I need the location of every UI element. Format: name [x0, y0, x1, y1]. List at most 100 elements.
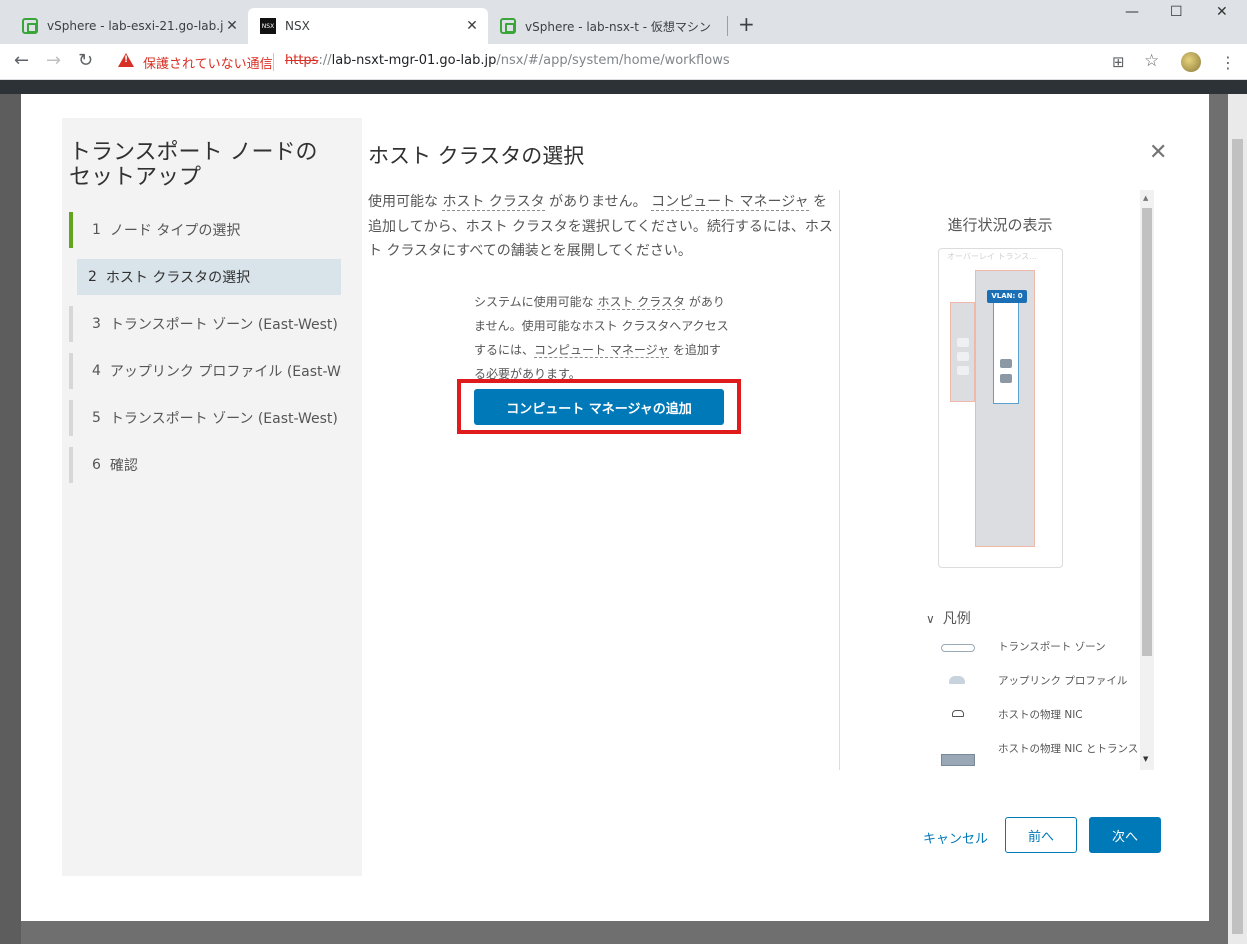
step-number: 6	[92, 457, 101, 473]
legend-toggle[interactable]: ∨ 凡例	[926, 608, 971, 628]
legend-item-label: ホストの物理 NIC	[998, 709, 1083, 721]
step-number: 2	[88, 269, 97, 285]
step-number: 5	[92, 410, 101, 426]
transport-zone-icon	[941, 644, 975, 652]
vsphere-icon	[22, 18, 38, 34]
empty-state-message: システムに使用可能な ホスト クラスタ がありません。使用可能なホスト クラスタ…	[474, 290, 729, 386]
step-label: ホスト クラスタの選択	[105, 270, 251, 286]
window-close-icon[interactable]: ✕	[1216, 4, 1228, 20]
step-number: 4	[92, 363, 101, 379]
url-host: lab-nsxt-mgr-01.go-lab.jp	[331, 53, 497, 68]
compute-manager-term[interactable]: コンピュート マネージャ	[651, 194, 809, 211]
nsx-icon: NSX	[260, 18, 276, 34]
panel-divider	[839, 190, 840, 770]
next-button[interactable]: 次へ	[1089, 817, 1161, 853]
vlan-badge: VLAN: 0	[987, 290, 1027, 303]
tab-separator	[727, 16, 728, 36]
url-path: /nsx/#/app/system/home/workflows	[496, 53, 730, 68]
physical-nic-mapping-icon	[941, 754, 975, 766]
wizard-step-6[interactable]: 6 確認	[69, 447, 341, 483]
browser-tab-strip: vSphere - lab-esxi-21.go-lab.jp - ✕ NSX …	[0, 0, 1247, 44]
vsphere-icon	[500, 18, 516, 34]
url-scheme: https	[285, 53, 319, 68]
address-separator	[273, 53, 274, 71]
host-cluster-term[interactable]: ホスト クラスタ	[442, 194, 545, 211]
forward-arrow-icon[interactable]: →	[46, 51, 61, 71]
url-field[interactable]: https://lab-nsxt-mgr-01.go-lab.jp/nsx/#/…	[285, 53, 730, 68]
info-text-part: 使用可能な	[368, 194, 443, 210]
security-status[interactable]: 保護されていない通信	[143, 53, 273, 72]
chevron-down-icon: ∨	[926, 612, 935, 626]
host-cluster-term[interactable]: ホスト クラスタ	[597, 295, 686, 310]
step-label: アップリンク プロファイル (East-West)	[109, 364, 341, 380]
wizard-steps: 1 ノード タイプの選択 2 ホスト クラスタの選択 3 トランスポート ゾーン (E…	[69, 212, 341, 494]
physical-nic-icon	[957, 366, 969, 375]
step-label: 確認	[109, 458, 138, 474]
previous-button[interactable]: 前へ	[1005, 817, 1077, 853]
physical-nic-icon	[952, 710, 964, 717]
step-number: 3	[92, 316, 101, 332]
legend-item-label: ホストの物理 NIC とトランス	[998, 743, 1139, 755]
wizard-step-3[interactable]: 3 トランスポート ゾーン (East-West)	[69, 306, 341, 342]
wizard-title: トランスポート ノードのセットアップ	[69, 140, 318, 190]
progress-scrollbar[interactable]: ▲ ▼	[1140, 190, 1154, 770]
step-number: 1	[92, 222, 101, 238]
app-header	[0, 80, 1247, 94]
physical-nic-icon	[1000, 359, 1012, 368]
tab-title: NSX	[285, 19, 310, 33]
browser-tab-vsphere-vm[interactable]: vSphere - lab-nsx-t - 仮想マシン	[488, 8, 728, 44]
legend-item-label: トランスポート ゾーン	[998, 641, 1106, 653]
reload-icon[interactable]: ↻	[78, 51, 93, 71]
vlan-zone-box	[993, 302, 1019, 404]
progress-scrollbar-thumb[interactable]	[1142, 208, 1152, 656]
highlight-annotation	[457, 379, 741, 434]
warning-mark-icon: !	[124, 55, 129, 65]
tab-title: vSphere - lab-esxi-21.go-lab.jp -	[47, 19, 224, 33]
step-label: トランスポート ゾーン (East-West)	[109, 317, 338, 333]
close-tab-icon[interactable]: ✕	[224, 18, 240, 34]
progress-diagram: オーバーレイ トランス... VLAN: 0	[938, 248, 1063, 568]
compute-manager-term[interactable]: コンピュート マネージャ	[534, 343, 669, 358]
page-scrollbar-thumb[interactable]	[1232, 139, 1243, 934]
close-tab-icon[interactable]: ✕	[464, 18, 480, 34]
page-scrollbar[interactable]	[1228, 94, 1247, 944]
legend-title: 凡例	[942, 611, 971, 627]
physical-nic-icon	[1000, 374, 1012, 383]
info-text-part: がありません。	[544, 194, 652, 210]
maximize-icon[interactable]: ☐	[1170, 4, 1183, 20]
wizard-step-4[interactable]: 4 アップリンク プロファイル (East-West)	[69, 353, 341, 389]
legend-item-label: アップリンク プロファイル	[998, 675, 1128, 687]
address-bar: ← → ↻ ! 保護されていない通信 https://lab-nsxt-mgr-…	[0, 44, 1247, 80]
wizard-step-5[interactable]: 5 トランスポート ゾーン (East-West)	[69, 400, 341, 436]
close-icon[interactable]: ✕	[1149, 142, 1167, 164]
overlay-zone-label: オーバーレイ トランス...	[947, 252, 1037, 261]
progress-title: 進行状況の表示	[947, 216, 1053, 234]
uplink-profile-icon	[949, 676, 965, 684]
step-label: トランスポート ゾーン (East-West)	[109, 411, 338, 427]
page-title: ホスト クラスタの選択	[368, 144, 585, 168]
scroll-down-icon[interactable]: ▼	[1143, 755, 1148, 763]
translate-icon[interactable]: ⊞	[1112, 53, 1125, 71]
menu-kebab-icon[interactable]: ⋮	[1220, 53, 1236, 72]
info-text: 使用可能な ホスト クラスタ がありません。 コンピュート マネージャ を追加し…	[368, 190, 833, 264]
browser-tab-nsx[interactable]: NSX NSX ✕	[248, 8, 488, 44]
physical-nic-icon	[957, 352, 969, 361]
minimize-icon[interactable]: —	[1125, 4, 1139, 20]
step-label: ノード タイプの選択	[109, 223, 241, 239]
wizard-modal: トランスポート ノードのセットアップ 1 ノード タイプの選択 2 ホスト クラスタ…	[21, 94, 1209, 921]
url-separator: ://	[318, 53, 332, 68]
physical-nic-icon	[957, 338, 969, 347]
cancel-button[interactable]: キャンセル	[923, 828, 988, 847]
wizard-step-1[interactable]: 1 ノード タイプの選択	[69, 212, 341, 248]
scroll-up-icon[interactable]: ▲	[1143, 194, 1148, 202]
back-arrow-icon[interactable]: ←	[14, 51, 29, 71]
browser-tab-vsphere-esxi[interactable]: vSphere - lab-esxi-21.go-lab.jp - ✕	[0, 8, 248, 44]
app-sidebar	[0, 94, 21, 944]
tab-title: vSphere - lab-nsx-t - 仮想マシン	[525, 19, 711, 34]
empty-text-part: システムに使用可能な	[474, 295, 598, 309]
bookmark-star-icon[interactable]: ☆	[1144, 51, 1159, 71]
new-tab-icon[interactable]: +	[738, 14, 755, 34]
profile-avatar[interactable]	[1181, 52, 1201, 72]
wizard-step-2[interactable]: 2 ホスト クラスタの選択	[77, 259, 341, 295]
host-strip	[950, 302, 975, 402]
